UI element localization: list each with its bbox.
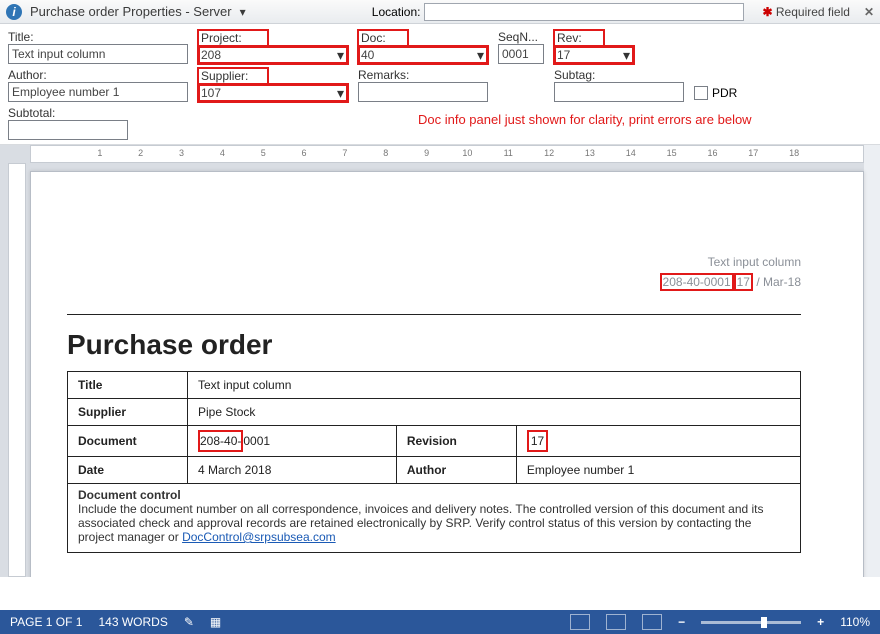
close-icon[interactable]: ✕: [864, 5, 874, 19]
zoom-in-button[interactable]: +: [817, 615, 824, 629]
status-bar: PAGE 1 OF 1 143 WORDS ✎ ▦ − + 110%: [0, 610, 880, 634]
location-input[interactable]: [424, 3, 744, 21]
project-select[interactable]: [198, 46, 348, 64]
table-row: Document 208-40-0001 Revision 17: [68, 426, 801, 457]
properties-title: Purchase order Properties - Server: [30, 4, 232, 19]
date-key: Date: [68, 457, 188, 484]
document-control-block: Document control Include the document nu…: [67, 484, 801, 553]
spellcheck-icon[interactable]: ✎: [184, 615, 194, 629]
chevron-down-icon[interactable]: ▾: [240, 5, 246, 19]
document-val: 208-40-0001: [188, 426, 397, 457]
document-key: Document: [68, 426, 188, 457]
view-web-icon[interactable]: [642, 614, 662, 630]
required-field-label: Required field: [776, 5, 850, 19]
macro-icon[interactable]: ▦: [210, 615, 221, 629]
rev-select[interactable]: [554, 46, 634, 64]
remarks-label: Remarks:: [358, 68, 488, 82]
docctl-title: Document control: [78, 488, 790, 502]
horizontal-ruler[interactable]: 123456789101112131415161718: [30, 145, 864, 163]
author-key: Author: [396, 457, 516, 484]
revision-key: Revision: [396, 426, 516, 457]
status-words[interactable]: 143 WORDS: [98, 615, 167, 629]
supplier-label: Supplier:: [198, 68, 268, 84]
remarks-input[interactable]: [358, 82, 488, 102]
annotation-text: Doc info panel just shown for clarity, p…: [418, 112, 752, 134]
docctl-body: Include the document number on all corre…: [78, 502, 764, 544]
author-label: Author:: [8, 68, 188, 82]
pdr-label: PDR: [712, 86, 737, 100]
revision-val: 17: [516, 426, 800, 457]
purchase-order-table: Title Text input column Supplier Pipe St…: [67, 371, 801, 484]
project-label: Project:: [198, 30, 268, 46]
horizontal-divider: [67, 314, 801, 315]
author-val: Employee number 1: [516, 457, 800, 484]
view-read-icon[interactable]: [570, 614, 590, 630]
title-label: Title:: [8, 30, 188, 44]
table-row: Title Text input column: [68, 372, 801, 399]
view-print-icon[interactable]: [606, 614, 626, 630]
document-area: 123456789101112131415161718 Text input c…: [0, 145, 880, 577]
seqn-input[interactable]: [498, 44, 544, 64]
supplier-select[interactable]: [198, 84, 348, 102]
page-header-right: Text input column 208-40-000117 / Mar-18: [660, 252, 801, 292]
supplier-key: Supplier: [68, 399, 188, 426]
page-title: Purchase order: [67, 329, 801, 361]
doc-select[interactable]: [358, 46, 488, 64]
supplier-val: Pipe Stock: [188, 399, 801, 426]
title-key: Title: [68, 372, 188, 399]
doc-label: Doc:: [358, 30, 408, 46]
info-icon: i: [6, 4, 22, 20]
zoom-level[interactable]: 110%: [840, 615, 870, 629]
vertical-ruler[interactable]: [8, 163, 26, 577]
subtag-label: Subtag:: [554, 68, 684, 82]
page-header-code: 208-40-000117 / Mar-18: [660, 272, 801, 292]
document-page: Text input column 208-40-000117 / Mar-18…: [30, 171, 864, 577]
table-row: Supplier Pipe Stock: [68, 399, 801, 426]
properties-panel: Title: Project: Doc: SeqN... Rev: Author…: [0, 24, 880, 145]
table-row: Date 4 March 2018 Author Employee number…: [68, 457, 801, 484]
rev-label: Rev:: [554, 30, 604, 46]
zoom-slider[interactable]: [701, 621, 801, 624]
author-input[interactable]: [8, 82, 188, 102]
properties-header: i Purchase order Properties - Server ▾ L…: [0, 0, 880, 24]
pdr-checkbox[interactable]: PDR: [694, 84, 737, 102]
subtag-input[interactable]: [554, 82, 684, 102]
location-label: Location:: [372, 5, 421, 19]
seqn-label: SeqN...: [498, 30, 544, 44]
page-header-title: Text input column: [660, 252, 801, 272]
title-val: Text input column: [188, 372, 801, 399]
subtotal-label: Subtotal:: [8, 106, 128, 120]
status-page[interactable]: PAGE 1 OF 1: [10, 615, 82, 629]
checkbox-box-icon: [694, 86, 708, 100]
subtotal-input[interactable]: [8, 120, 128, 140]
title-input[interactable]: [8, 44, 188, 64]
vertical-scrollbar[interactable]: [864, 145, 880, 577]
required-star-icon: ✱: [762, 5, 772, 19]
date-val: 4 March 2018: [188, 457, 397, 484]
docctl-email-link[interactable]: DocControl@srpsubsea.com: [182, 530, 336, 544]
zoom-out-button[interactable]: −: [678, 615, 685, 629]
